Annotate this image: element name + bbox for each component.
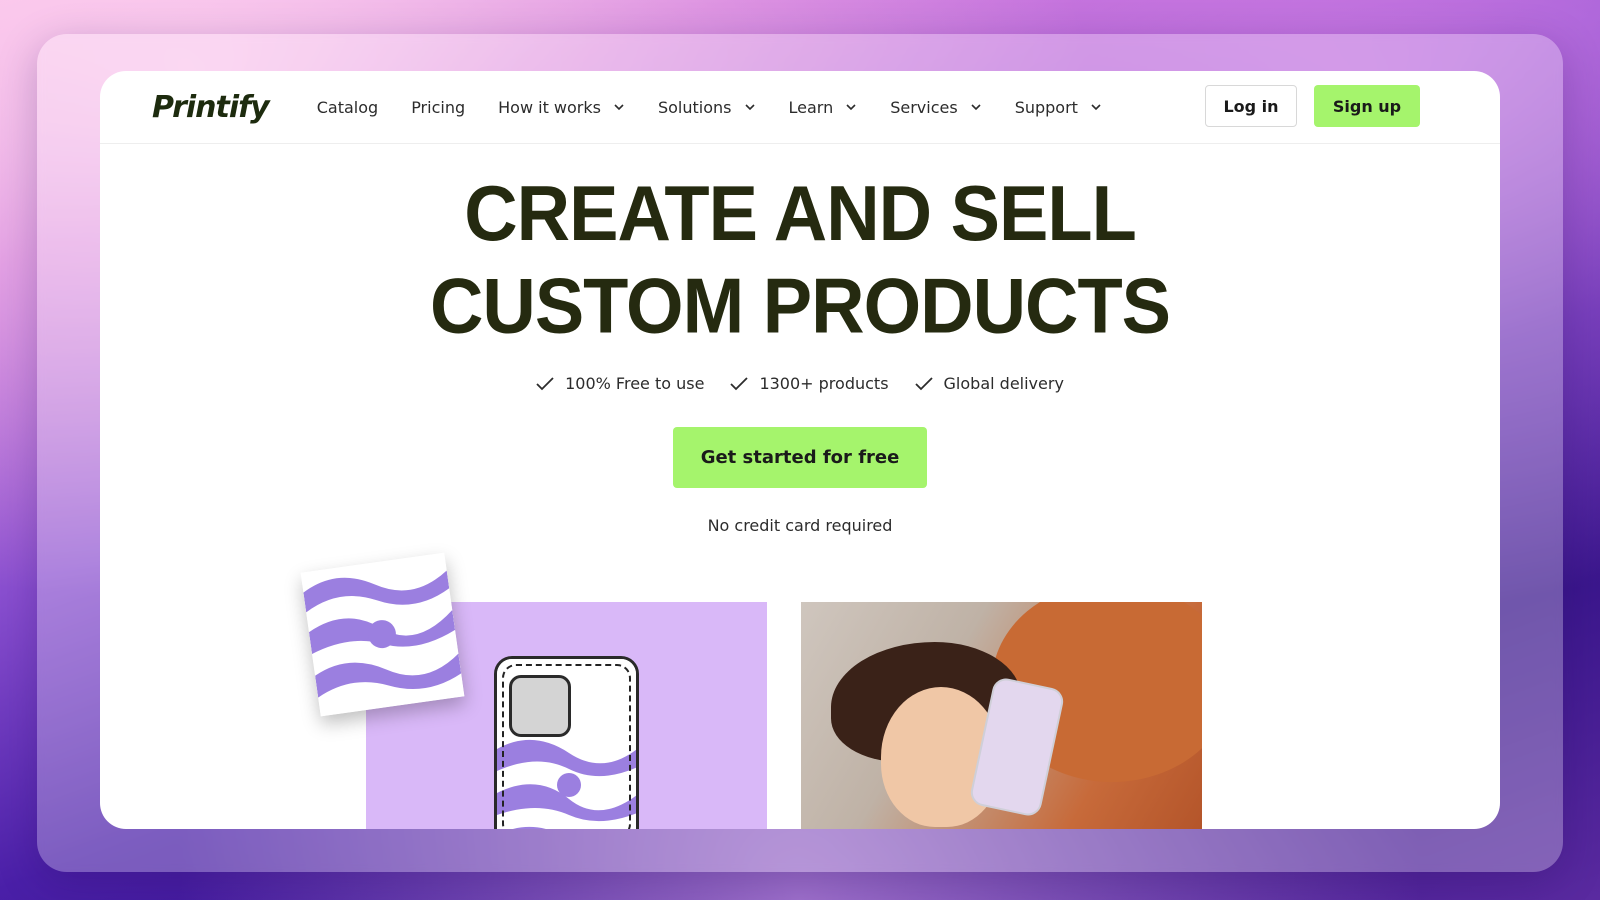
auth-actions: Log in Sign up [1205, 85, 1420, 127]
lifestyle-photo [801, 602, 1202, 829]
feature-list: 100% Free to use 1300+ products Global d… [100, 374, 1500, 393]
phone-case-mockup [494, 656, 639, 829]
camera-cutout [509, 675, 571, 737]
chevron-down-icon [614, 104, 624, 111]
main-menu: Catalog Pricing How it works Solutions L… [317, 98, 1135, 117]
printify-logo[interactable]: Printify [152, 90, 270, 125]
nav-item-label: How it works [498, 97, 601, 117]
nav-item-label: Pricing [411, 97, 466, 117]
nav-item-support[interactable]: Support [1015, 98, 1102, 117]
browser-viewport: Printify Catalog Pricing How it works So… [100, 71, 1500, 829]
nav-item-how-it-works[interactable]: How it works [498, 98, 625, 117]
hero-headline: CREATE AND SELL CUSTOM PRODUCTS [100, 168, 1500, 353]
chevron-down-icon [744, 104, 755, 111]
nav-item-label: Learn [788, 97, 834, 117]
nav-item-catalog[interactable]: Catalog [317, 98, 378, 117]
feature-label: 1300+ products [759, 374, 889, 393]
headline-line-1: CREATE AND SELL [464, 169, 1137, 257]
hero-section: CREATE AND SELL CUSTOM PRODUCTS 100% Fre… [100, 170, 1500, 535]
feature-label: 100% Free to use [565, 374, 705, 393]
headline-line-2: CUSTOM PRODUCTS [429, 262, 1171, 350]
feature-item: 100% Free to use [536, 374, 704, 393]
no-credit-card-note: No credit card required [707, 516, 893, 535]
nav-item-pricing[interactable]: Pricing [411, 98, 465, 117]
chevron-down-icon [1091, 104, 1101, 111]
wavy-pattern-graphic [300, 552, 465, 717]
nav-item-learn[interactable]: Learn [789, 98, 858, 117]
feature-item: Global delivery [914, 374, 1064, 393]
check-icon [730, 376, 749, 390]
feature-label: Global delivery [943, 374, 1064, 393]
nav-item-services[interactable]: Services [890, 98, 981, 117]
check-icon [536, 376, 554, 390]
chevron-down-icon [971, 104, 981, 111]
nav-item-label: Support [1014, 97, 1078, 117]
feature-item: 1300+ products [730, 374, 889, 393]
nav-item-label: Solutions [657, 97, 732, 117]
check-icon [914, 376, 933, 390]
chevron-down-icon [846, 104, 856, 111]
nav-item-label: Catalog [316, 97, 379, 117]
nav-item-label: Services [890, 97, 958, 117]
top-navigation: Printify Catalog Pricing How it works So… [100, 71, 1500, 144]
signup-button[interactable]: Sign up [1314, 85, 1420, 127]
get-started-button[interactable]: Get started for free [673, 427, 927, 488]
login-button[interactable]: Log in [1205, 85, 1297, 127]
nav-item-solutions[interactable]: Solutions [658, 98, 756, 117]
pattern-swatch-image [300, 552, 465, 717]
